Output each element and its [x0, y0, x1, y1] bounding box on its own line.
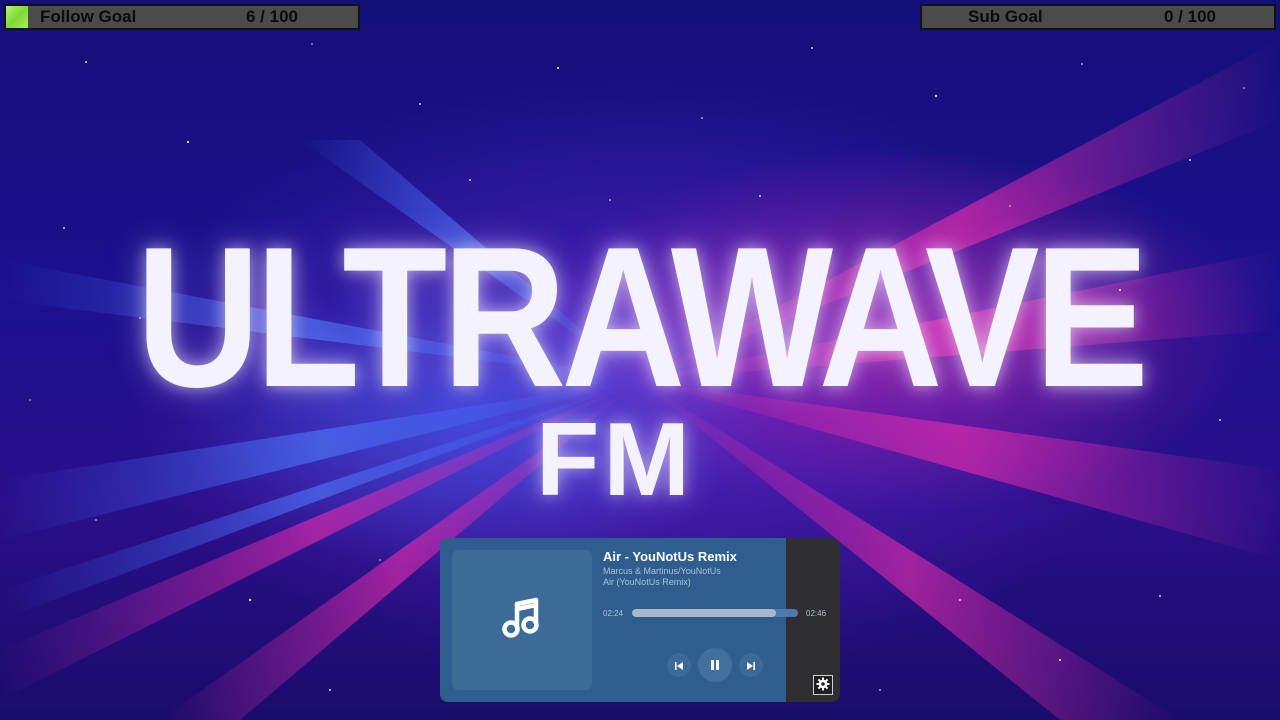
previous-button[interactable] [667, 653, 691, 677]
follow-goal-bar: Follow Goal 6 / 100 [4, 4, 360, 30]
current-time: 02:24 [603, 609, 624, 618]
gear-icon [816, 676, 830, 695]
sub-goal-label: Sub Goal [968, 7, 1043, 26]
pause-button[interactable] [698, 648, 732, 682]
settings-button[interactable] [813, 675, 833, 695]
brand-title: ULTRAWAVE [136, 206, 1149, 429]
pause-icon [709, 656, 721, 675]
now-playing-widget: Air - YouNotUs Remix Marcus & Martinus/Y… [440, 538, 840, 702]
next-button[interactable] [739, 653, 763, 677]
track-album: Air (YouNotUs Remix) [603, 577, 691, 587]
total-time: 02:46 [806, 609, 827, 618]
next-icon [746, 656, 756, 675]
follow-goal-label: Follow Goal [40, 7, 137, 26]
player-panel: Air - YouNotUs Remix Marcus & Martinus/Y… [440, 538, 826, 702]
brand-subtitle: FM [535, 402, 695, 518]
sub-goal-bar: Sub Goal 0 / 100 [920, 4, 1276, 30]
track-progress-bar[interactable] [632, 609, 798, 617]
follow-goal-fill [6, 6, 28, 28]
track-progress-fill [632, 609, 777, 617]
album-art [452, 550, 592, 690]
previous-icon [674, 656, 684, 675]
stream-overlay: Follow Goal 6 / 100 Sub Goal 0 / 100 ULT… [0, 0, 1280, 720]
track-artist: Marcus & Martinus/YouNotUs [603, 566, 721, 576]
follow-goal-count: 6 / 100 [246, 7, 298, 26]
music-note-icon [498, 594, 546, 646]
track-title: Air - YouNotUs Remix [603, 549, 737, 564]
sub-goal-count: 0 / 100 [1164, 7, 1216, 26]
